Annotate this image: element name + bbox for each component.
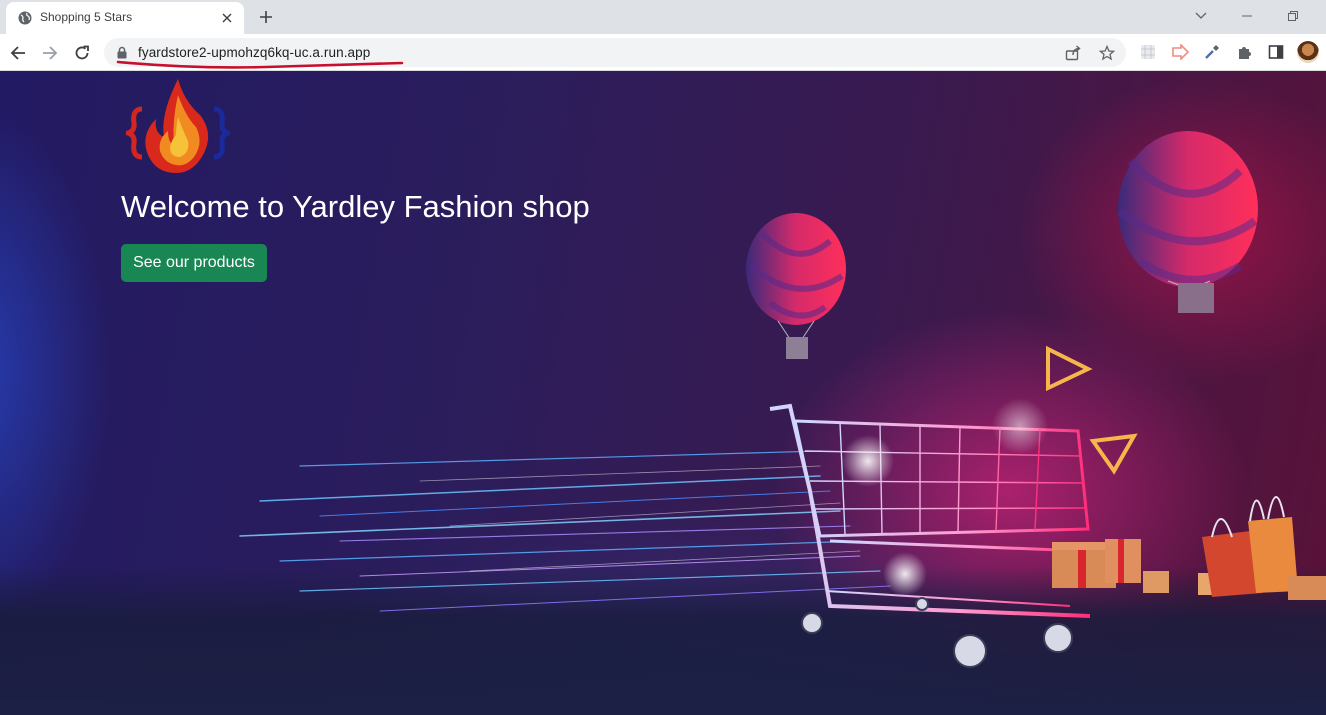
lock-icon[interactable] xyxy=(116,46,128,59)
profile-avatar[interactable] xyxy=(1297,41,1319,63)
browser-tab[interactable]: Shopping 5 Stars xyxy=(6,2,244,34)
eyedropper-icon[interactable] xyxy=(1203,43,1221,61)
bookmark-star-icon[interactable] xyxy=(1099,45,1115,61)
hero-section: Welcome to Yardley Fashion shop See our … xyxy=(0,71,1326,715)
flame-logo xyxy=(126,79,230,173)
balloon-right xyxy=(1117,131,1258,313)
balloon-left xyxy=(746,213,846,359)
back-arrow-icon[interactable] xyxy=(6,41,30,65)
page-heading: Welcome to Yardley Fashion shop xyxy=(121,189,590,224)
forward-arrow-icon[interactable] xyxy=(38,41,62,65)
side-panel-icon[interactable] xyxy=(1267,43,1285,61)
address-bar[interactable]: fyardstore2-upmohzq6kq-uc.a.run.app xyxy=(104,38,1126,69)
restore-icon[interactable] xyxy=(1282,6,1304,26)
gift-boxes xyxy=(1052,539,1222,595)
shopping-bags xyxy=(1202,496,1326,600)
extension-grid-icon[interactable] xyxy=(1139,43,1157,61)
share-icon[interactable] xyxy=(1065,45,1081,61)
see-products-button[interactable]: See our products xyxy=(121,244,267,282)
url-text[interactable]: fyardstore2-upmohzq6kq-uc.a.run.app xyxy=(138,45,370,60)
neon-triangle-down xyxy=(1089,433,1138,475)
globe-icon xyxy=(18,11,32,25)
reload-icon[interactable] xyxy=(70,41,94,65)
tab-strip: Shopping 5 Stars xyxy=(0,0,1326,34)
browser-toolbar: fyardstore2-upmohzq6kq-uc.a.run.app xyxy=(0,34,1326,71)
tab-title: Shopping 5 Stars xyxy=(40,10,133,24)
extensions-puzzle-icon[interactable] xyxy=(1235,43,1253,61)
minimize-icon[interactable] xyxy=(1236,6,1258,26)
new-tab-button[interactable] xyxy=(255,6,277,28)
close-tab-icon[interactable] xyxy=(218,9,236,27)
tab-search-chevron-icon[interactable] xyxy=(1190,6,1212,26)
neon-triangle-right xyxy=(1046,345,1093,392)
extension-arrow-icon[interactable] xyxy=(1171,43,1189,61)
